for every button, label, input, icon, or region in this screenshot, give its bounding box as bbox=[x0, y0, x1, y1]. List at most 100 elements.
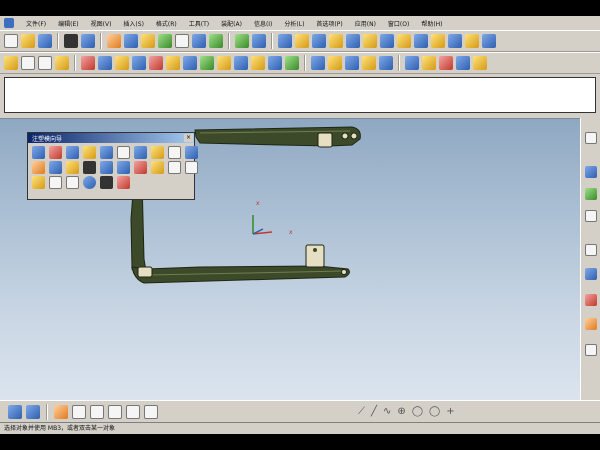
menu-analysis[interactable]: 分析(L) bbox=[284, 19, 304, 28]
menu-assembly[interactable]: 装配(A) bbox=[221, 19, 242, 28]
cone-icon[interactable] bbox=[431, 34, 445, 48]
right-view-icon[interactable] bbox=[329, 34, 343, 48]
pad-icon[interactable] bbox=[200, 56, 214, 70]
split-icon[interactable] bbox=[362, 56, 376, 70]
history-icon[interactable] bbox=[585, 188, 597, 200]
offset-icon[interactable] bbox=[81, 56, 95, 70]
trim-icon[interactable] bbox=[98, 56, 112, 70]
sphere-icon[interactable] bbox=[448, 34, 462, 48]
measure-angle-icon[interactable] bbox=[422, 56, 436, 70]
standard-parts-icon[interactable] bbox=[185, 146, 198, 159]
rotate-icon[interactable] bbox=[124, 34, 138, 48]
top-view-icon[interactable] bbox=[312, 34, 326, 48]
mass-properties-icon[interactable] bbox=[439, 56, 453, 70]
undo-icon[interactable] bbox=[81, 34, 95, 48]
hole-icon[interactable] bbox=[149, 56, 163, 70]
view-manager-icon[interactable] bbox=[66, 176, 79, 189]
circle-snap-icon[interactable]: ◯ bbox=[412, 405, 423, 419]
sketch-icon[interactable] bbox=[175, 34, 189, 48]
cooling-icon[interactable] bbox=[117, 161, 130, 174]
gate-icon[interactable] bbox=[83, 161, 96, 174]
palette-close-button[interactable]: × bbox=[184, 134, 193, 142]
slider-lifter-icon[interactable] bbox=[49, 161, 62, 174]
tools-icon[interactable] bbox=[585, 294, 597, 306]
workpiece-icon[interactable] bbox=[83, 146, 96, 159]
pocket-icon[interactable] bbox=[183, 56, 197, 70]
palette-title-bar[interactable]: 注塑模向导 × bbox=[28, 133, 194, 143]
mold-base-icon[interactable] bbox=[168, 146, 181, 159]
extrude-icon[interactable] bbox=[465, 34, 479, 48]
subtract-icon[interactable] bbox=[328, 56, 342, 70]
save-icon[interactable] bbox=[38, 34, 52, 48]
cylinder-icon[interactable] bbox=[414, 34, 428, 48]
cut-icon[interactable] bbox=[64, 34, 78, 48]
plus-icon[interactable]: + bbox=[446, 405, 454, 419]
layer-icon[interactable] bbox=[235, 34, 249, 48]
pocket-mold-icon[interactable] bbox=[168, 161, 181, 174]
sparkle-icon[interactable] bbox=[55, 56, 69, 70]
mold-wizard-logo-icon[interactable] bbox=[100, 176, 113, 189]
snap-point-icon[interactable] bbox=[108, 404, 122, 419]
intersect-icon[interactable] bbox=[345, 56, 359, 70]
chamfer-icon[interactable] bbox=[132, 56, 146, 70]
open-folder-icon[interactable] bbox=[21, 34, 35, 48]
unused-parts-icon[interactable] bbox=[83, 176, 96, 189]
color-icon[interactable] bbox=[473, 56, 487, 70]
clock-icon[interactable] bbox=[585, 244, 597, 256]
boss-icon[interactable] bbox=[166, 56, 180, 70]
shell-icon[interactable] bbox=[217, 56, 231, 70]
close-project-icon[interactable] bbox=[117, 176, 130, 189]
menu-help[interactable]: 帮助(H) bbox=[421, 19, 442, 28]
shaded-icon[interactable] bbox=[346, 34, 360, 48]
command-input-area[interactable] bbox=[4, 77, 596, 113]
hole-table-icon[interactable] bbox=[49, 176, 62, 189]
menu-view[interactable]: 视图(V) bbox=[91, 19, 112, 28]
draft-icon[interactable] bbox=[234, 56, 248, 70]
shrinkage-icon[interactable] bbox=[66, 146, 79, 159]
isometric-view-icon[interactable] bbox=[278, 34, 292, 48]
view-orient-icon[interactable] bbox=[252, 34, 266, 48]
sew-icon[interactable] bbox=[285, 56, 299, 70]
new-file-icon[interactable] bbox=[4, 34, 18, 48]
surface-icon[interactable] bbox=[209, 34, 223, 48]
wireframe-icon[interactable] bbox=[363, 34, 377, 48]
line-icon[interactable] bbox=[38, 56, 52, 70]
help-icon[interactable] bbox=[585, 210, 597, 222]
cavity-layout-icon[interactable] bbox=[100, 146, 113, 159]
revolve-icon[interactable] bbox=[482, 34, 496, 48]
fillet-icon[interactable] bbox=[115, 56, 129, 70]
ejector-pin-icon[interactable] bbox=[32, 161, 45, 174]
polyline-snap-icon[interactable]: ╱ bbox=[371, 405, 377, 419]
bom-icon[interactable] bbox=[185, 161, 198, 174]
unite-icon[interactable] bbox=[311, 56, 325, 70]
fit-icon[interactable] bbox=[158, 34, 172, 48]
line-snap-icon[interactable]: ⟋ bbox=[358, 405, 365, 419]
section-icon[interactable] bbox=[379, 56, 393, 70]
sub-insert-icon[interactable] bbox=[66, 161, 79, 174]
project-init-icon[interactable] bbox=[32, 146, 45, 159]
crosshair-icon[interactable]: ⊕ bbox=[397, 405, 405, 419]
arc-snap-icon[interactable]: ∿ bbox=[383, 405, 391, 419]
front-view-icon[interactable] bbox=[295, 34, 309, 48]
menu-file[interactable]: 文件(F) bbox=[26, 19, 46, 28]
filter-icon[interactable] bbox=[26, 404, 40, 419]
document-icon[interactable] bbox=[585, 344, 597, 356]
electrode-icon[interactable] bbox=[134, 161, 147, 174]
menu-window[interactable]: 窗口(O) bbox=[388, 19, 409, 28]
menu-application[interactable]: 应用(N) bbox=[355, 19, 376, 28]
circle-center-icon[interactable]: ◯ bbox=[429, 405, 440, 419]
scroll-up-icon[interactable] bbox=[585, 132, 597, 144]
menu-format[interactable]: 格式(R) bbox=[156, 19, 177, 28]
block-icon[interactable] bbox=[397, 34, 411, 48]
trim-mold-components-icon[interactable] bbox=[151, 161, 164, 174]
mold-tools-icon[interactable] bbox=[134, 146, 147, 159]
pattern-icon[interactable] bbox=[268, 56, 282, 70]
menu-tools[interactable]: 工具(T) bbox=[189, 19, 209, 28]
check-geometry-icon[interactable] bbox=[456, 56, 470, 70]
mirror-icon[interactable] bbox=[251, 56, 265, 70]
menu-preferences[interactable]: 首选项(P) bbox=[316, 19, 342, 28]
snap-endpoint-icon[interactable] bbox=[54, 404, 68, 419]
hidden-line-icon[interactable] bbox=[380, 34, 394, 48]
drawing-icon[interactable] bbox=[32, 176, 45, 189]
menu-insert[interactable]: 插入(S) bbox=[123, 19, 144, 28]
